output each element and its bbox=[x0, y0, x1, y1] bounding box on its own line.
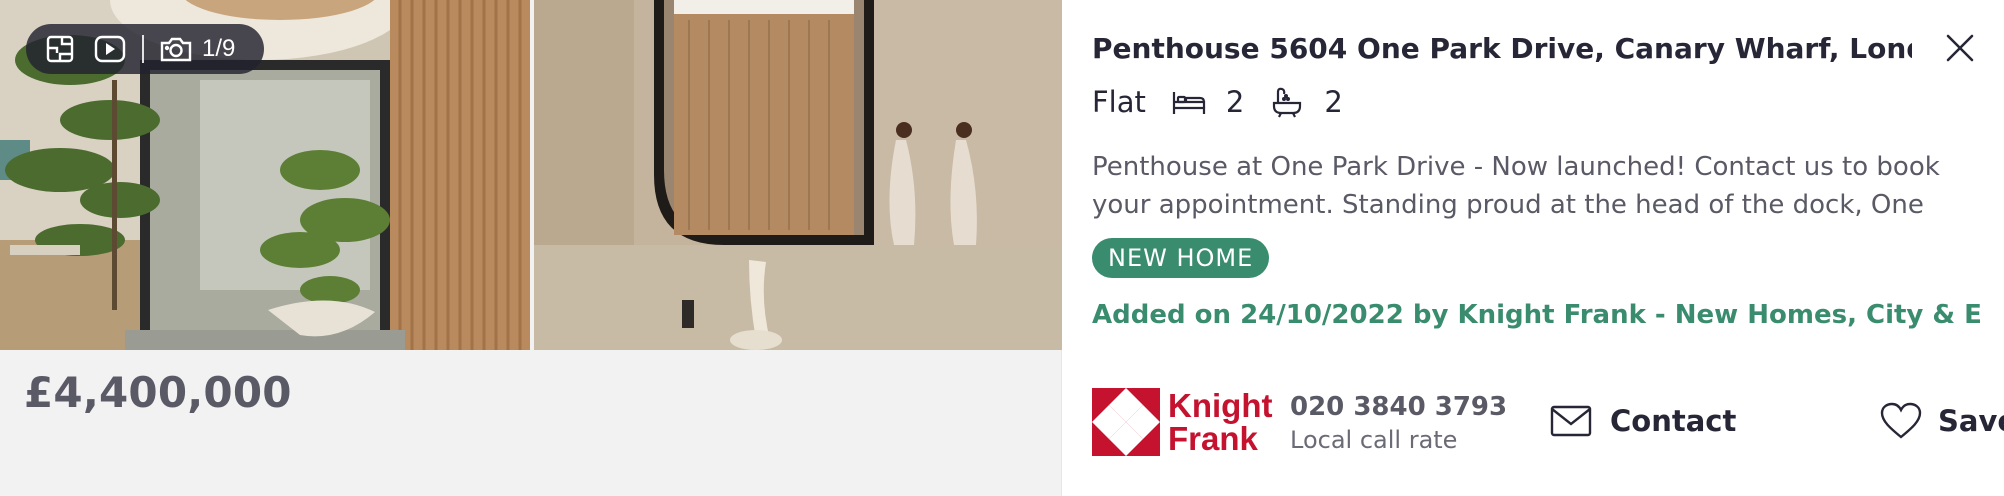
badge-divider bbox=[142, 35, 144, 63]
floorplan-icon[interactable] bbox=[42, 31, 78, 67]
bathroom-count: 2 bbox=[1324, 85, 1343, 119]
property-features: Flat 2 2 bbox=[1092, 82, 1369, 122]
agent-logo[interactable]: Knight Frank bbox=[1092, 386, 1282, 458]
bed-icon bbox=[1172, 85, 1206, 119]
property-type: Flat bbox=[1092, 85, 1146, 119]
close-icon bbox=[1946, 34, 1974, 62]
added-by-line[interactable]: Added on 24/10/2022 by Knight Frank - Ne… bbox=[1092, 300, 1982, 330]
close-button[interactable] bbox=[1942, 30, 1978, 66]
contact-button[interactable]: Contact bbox=[1550, 396, 1736, 446]
photo-counter: 1/9 bbox=[202, 35, 236, 62]
property-photo-2[interactable] bbox=[534, 0, 1062, 350]
contact-button-label: Contact bbox=[1610, 404, 1737, 438]
agent-phone[interactable]: 020 3840 3793 Local call rate bbox=[1290, 392, 1507, 454]
listing-footer: Knight Frank 020 3840 3793 Local call ra… bbox=[1092, 380, 2004, 460]
bath-icon bbox=[1270, 85, 1304, 119]
listing-price: £4,400,000 bbox=[24, 368, 292, 417]
save-button-label: Save bbox=[1938, 404, 2004, 438]
new-home-badge: NEW HOME bbox=[1092, 238, 1270, 278]
listing-summary[interactable]: Penthouse at One Park Drive - Now launch… bbox=[1092, 148, 1972, 224]
camera-icon[interactable] bbox=[158, 31, 194, 67]
agent-logo-text: Knight Frank bbox=[1168, 389, 1272, 455]
agent-logo-line2: Frank bbox=[1168, 420, 1258, 457]
agent-logo-line1: Knight bbox=[1168, 387, 1273, 424]
media-badge[interactable]: 1/9 bbox=[26, 24, 264, 74]
save-button[interactable]: Save bbox=[1880, 396, 2004, 446]
details-panel: Penthouse 5604 One Park Drive, Canary Wh… bbox=[1062, 0, 2004, 496]
property-card[interactable]: 1/9 £4,400,000 Penthouse 5604 One Park D… bbox=[0, 0, 2004, 496]
heart-icon bbox=[1880, 402, 1922, 439]
video-icon[interactable] bbox=[92, 31, 128, 67]
envelope-icon bbox=[1550, 405, 1592, 437]
media-panel: 1/9 £4,400,000 bbox=[0, 0, 1062, 496]
phone-number[interactable]: 020 3840 3793 bbox=[1290, 392, 1507, 422]
knight-frank-mark-icon bbox=[1092, 388, 1160, 456]
listing-title[interactable]: Penthouse 5604 One Park Drive, Canary Wh… bbox=[1092, 32, 1912, 65]
phone-rate-note: Local call rate bbox=[1290, 426, 1458, 454]
bedroom-count: 2 bbox=[1225, 85, 1245, 119]
